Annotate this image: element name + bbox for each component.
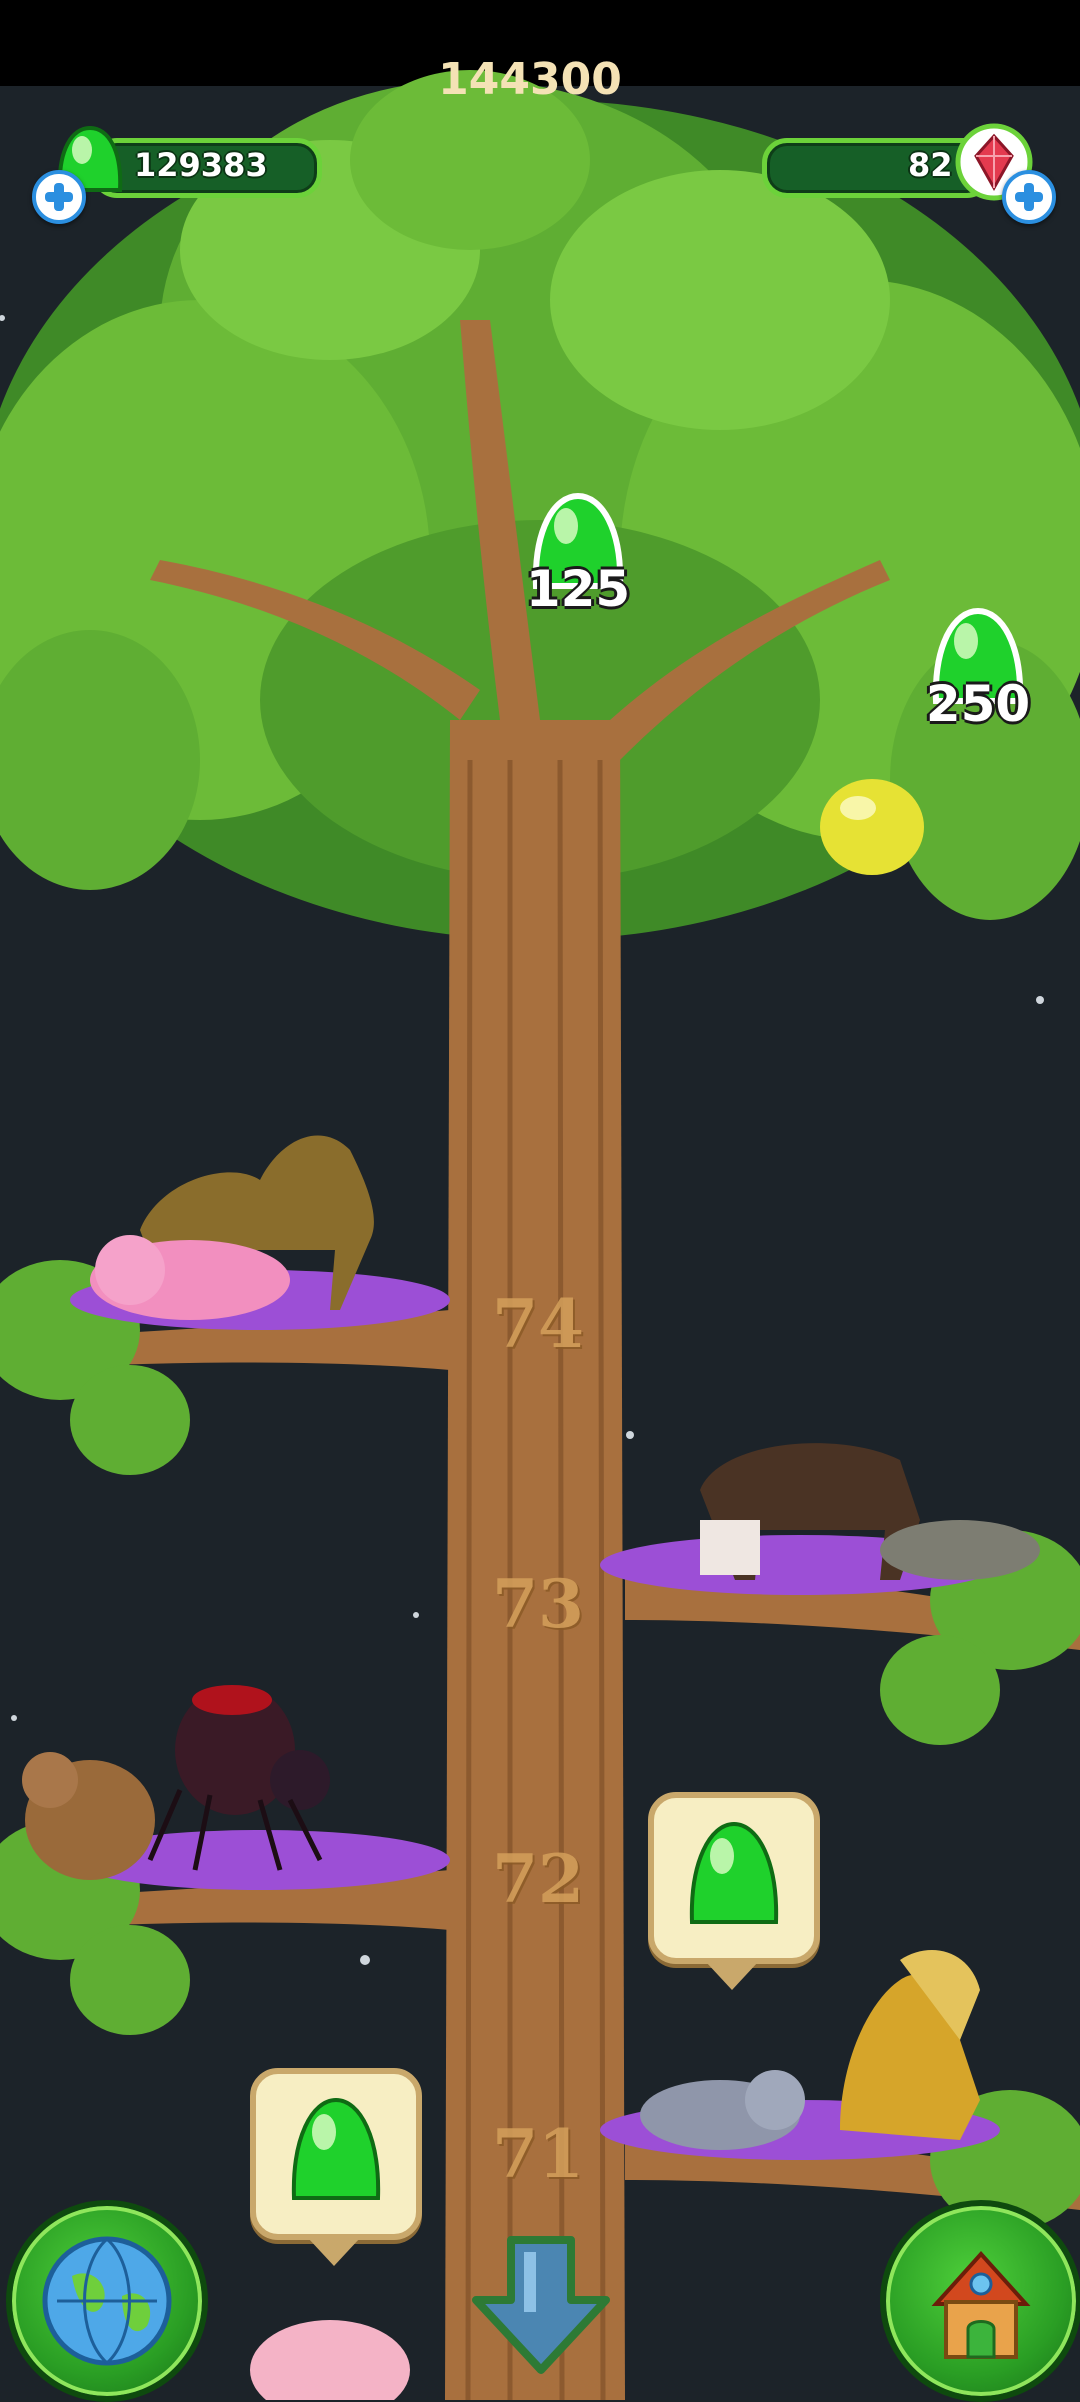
jelly-counter[interactable]: 129383 — [32, 120, 352, 224]
top-goal-value: 144300 — [438, 60, 622, 100]
game-scene — [0, 0, 1080, 2400]
jelly-collect-bubble[interactable] — [250, 2068, 422, 2268]
bubble-tail — [706, 1962, 758, 1990]
creature-bottom-pig — [250, 2320, 410, 2400]
add-gems-button[interactable] — [1002, 170, 1056, 224]
gem-counter[interactable]: 82 — [732, 120, 1056, 224]
house-icon — [931, 2251, 1031, 2359]
collectible-value: 250 — [925, 675, 1031, 733]
globe-icon — [42, 2236, 172, 2366]
floor-label-74: 74 — [492, 1285, 584, 1363]
bubble-tail — [308, 2238, 360, 2266]
floor-label-71: 71 — [492, 2115, 584, 2193]
creature-griffin — [840, 1950, 980, 2140]
green-jelly-icon — [689, 1821, 779, 1924]
floor-label-72: 72 — [492, 1840, 584, 1918]
floor-label-73: 73 — [492, 1565, 584, 1643]
down-arrow-icon — [472, 2236, 610, 2374]
green-jelly-icon — [291, 2097, 381, 2200]
gem-count: 82 — [908, 146, 953, 184]
map-button[interactable] — [6, 2200, 208, 2402]
collectible-value: 125 — [525, 560, 631, 618]
collectible-jelly-125[interactable]: 125 — [508, 490, 648, 630]
scroll-down-button[interactable] — [466, 2230, 616, 2380]
creature-cat — [640, 2070, 805, 2150]
jelly-count: 129383 — [134, 146, 268, 184]
golden-egg — [820, 779, 924, 875]
add-jelly-button[interactable] — [32, 170, 86, 224]
home-button[interactable] — [880, 2200, 1080, 2402]
collectible-jelly-250[interactable]: 250 — [908, 605, 1048, 745]
jelly-collect-bubble[interactable] — [648, 1792, 820, 1992]
